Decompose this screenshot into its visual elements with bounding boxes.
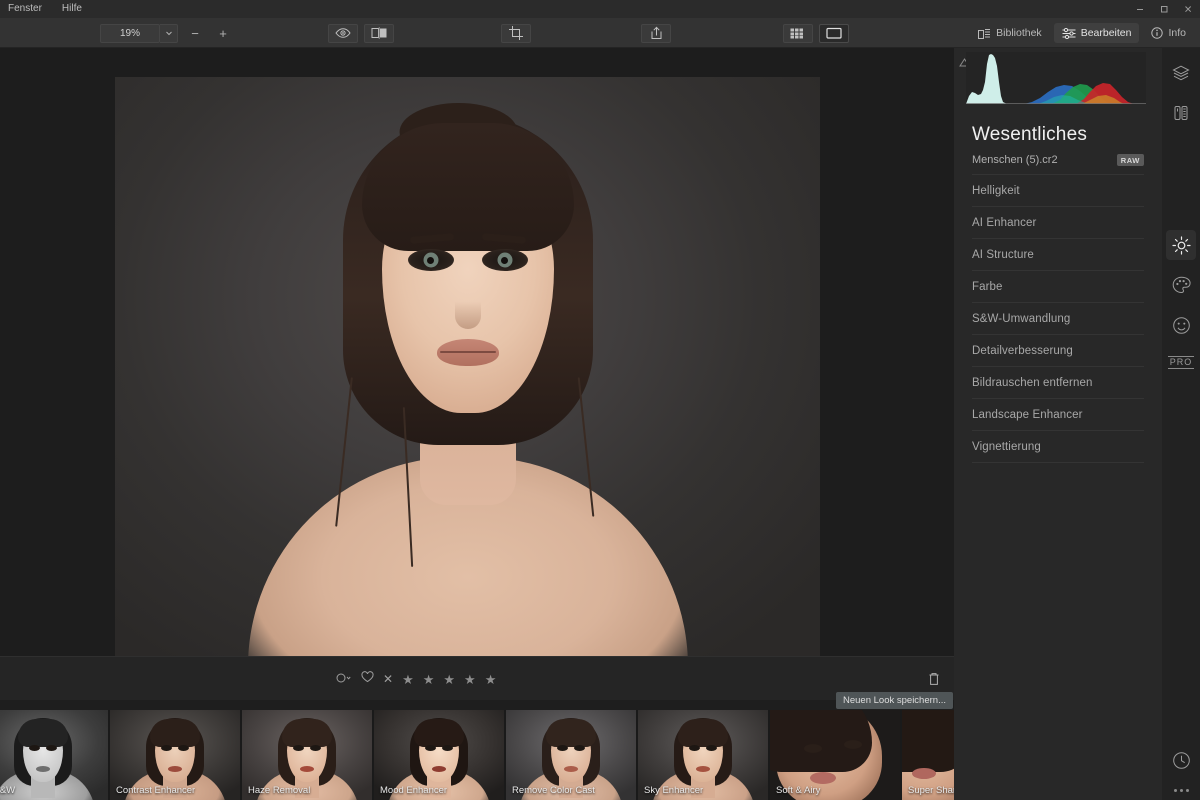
preset-thumbnail bbox=[0, 710, 108, 800]
tool-item-detailverbesserung[interactable]: Detailverbesserung bbox=[972, 335, 1144, 367]
sliders-icon bbox=[1062, 27, 1076, 39]
tool-item-helligkeit[interactable]: Helligkeit bbox=[972, 175, 1144, 207]
zoom-out-button[interactable]: − bbox=[184, 24, 206, 43]
clock-history-icon[interactable] bbox=[1166, 745, 1196, 775]
palette-icon[interactable] bbox=[1166, 270, 1196, 300]
minimize-icon[interactable] bbox=[1128, 0, 1152, 18]
photo-eye-left bbox=[407, 249, 454, 271]
rail-bottom-group bbox=[1162, 735, 1200, 792]
photo-nose bbox=[454, 283, 481, 329]
preset-item[interactable]: Super Sharp bbox=[902, 710, 954, 800]
menu-item-hilfe[interactable]: Hilfe bbox=[52, 0, 92, 18]
portrait-icon[interactable] bbox=[1166, 310, 1196, 340]
tab-bearbeiten[interactable]: Bearbeiten bbox=[1053, 23, 1140, 43]
star-1[interactable]: ★ bbox=[402, 673, 414, 686]
preset-label: Mood Enhancer bbox=[380, 785, 448, 796]
crop-controls bbox=[501, 18, 531, 48]
histogram-graph bbox=[966, 52, 1146, 104]
page-title: Wesentliches bbox=[972, 124, 1088, 145]
preset-item[interactable]: Contrast Enhancer bbox=[110, 710, 240, 800]
rating-bar: ✕ ★ ★ ★ ★ ★ bbox=[0, 656, 954, 700]
photo-lip-line bbox=[439, 351, 496, 353]
library-icon bbox=[978, 28, 991, 39]
preset-item[interactable]: Haze Removal bbox=[242, 710, 372, 800]
color-label-circle-icon[interactable] bbox=[336, 670, 352, 688]
export-controls bbox=[641, 18, 671, 48]
main-photo[interactable] bbox=[115, 77, 820, 656]
zoom-controls: 19% − + bbox=[100, 18, 234, 48]
preset-item[interactable]: Sky Enhancer bbox=[638, 710, 768, 800]
preset-item[interactable]: Remove Color Cast bbox=[506, 710, 636, 800]
mode-tabs: Bibliothek Bearbeiten Info bbox=[970, 18, 1194, 48]
tool-item-ai-structure[interactable]: AI Structure bbox=[972, 239, 1144, 271]
preset-filmstrip[interactable]: ic B&W Contrast Enhancer bbox=[0, 710, 954, 800]
preset-item[interactable]: Soft & Airy bbox=[770, 710, 900, 800]
file-name: Menschen (5).cr2 bbox=[972, 154, 1058, 166]
zoom-in-button[interactable]: + bbox=[212, 24, 234, 43]
trash-icon[interactable] bbox=[924, 669, 944, 689]
preset-label: ic B&W bbox=[0, 785, 16, 796]
tab-info[interactable]: Info bbox=[1143, 23, 1194, 43]
sun-icon[interactable] bbox=[1166, 230, 1196, 260]
preset-label: Sky Enhancer bbox=[644, 785, 704, 796]
rating-controls: ✕ ★ ★ ★ ★ ★ bbox=[336, 657, 496, 701]
reject-button[interactable]: ✕ bbox=[383, 672, 393, 686]
zoom-level-value[interactable]: 19% bbox=[100, 23, 160, 43]
masks-icon[interactable] bbox=[1166, 98, 1196, 128]
single-view-icon[interactable] bbox=[819, 23, 849, 43]
preset-label: Haze Removal bbox=[248, 785, 311, 796]
tab-bearbeiten-label: Bearbeiten bbox=[1080, 27, 1132, 39]
tool-item-vignettierung[interactable]: Vignettierung bbox=[972, 431, 1144, 463]
more-dots-icon[interactable] bbox=[1173, 789, 1189, 792]
tool-list: Helligkeit AI Enhancer AI Structure Farb… bbox=[972, 175, 1144, 463]
photo-eye-right bbox=[481, 249, 528, 271]
before-after-icon[interactable] bbox=[364, 23, 394, 43]
preset-label: Remove Color Cast bbox=[512, 785, 595, 796]
pro-badge: PRO bbox=[1167, 356, 1195, 369]
right-panel: Wesentliches Menschen (5).cr2 RAW Hellig… bbox=[954, 48, 1162, 800]
preset-label: Super Sharp bbox=[908, 785, 954, 796]
menu-bar: Fenster Hilfe bbox=[0, 0, 1200, 18]
tool-item-ai-enhancer[interactable]: AI Enhancer bbox=[972, 207, 1144, 239]
star-4[interactable]: ★ bbox=[464, 673, 476, 686]
tool-item-farbe[interactable]: Farbe bbox=[972, 271, 1144, 303]
top-toolbar: 19% − + Bibliothek Bearbeiten Info bbox=[0, 18, 1200, 48]
tool-item-sw-umwandlung[interactable]: S&W-Umwandlung bbox=[972, 303, 1144, 335]
close-icon[interactable] bbox=[1176, 0, 1200, 18]
tab-bibliothek-label: Bibliothek bbox=[996, 27, 1042, 39]
star-3[interactable]: ★ bbox=[443, 673, 455, 686]
menu-item-fenster[interactable]: Fenster bbox=[0, 0, 52, 18]
grid-view-icon[interactable] bbox=[783, 23, 813, 43]
tool-item-landscape-enhancer[interactable]: Landscape Enhancer bbox=[972, 399, 1144, 431]
preview-controls bbox=[328, 18, 394, 48]
save-new-look-button[interactable]: Neuen Look speichern... bbox=[836, 692, 953, 709]
crop-icon[interactable] bbox=[501, 23, 531, 43]
app-window: Fenster Hilfe 19% − + Bibliothek Bearbei… bbox=[0, 0, 1200, 800]
preset-item[interactable]: ic B&W bbox=[0, 710, 108, 800]
heart-icon[interactable] bbox=[361, 670, 374, 688]
maximize-icon[interactable] bbox=[1152, 0, 1176, 18]
preset-label: Contrast Enhancer bbox=[116, 785, 196, 796]
image-canvas[interactable] bbox=[0, 48, 954, 656]
chevron-down-icon[interactable] bbox=[160, 23, 178, 43]
eye-icon[interactable] bbox=[328, 23, 358, 43]
photo-hair-front bbox=[361, 123, 574, 251]
tool-rail: PRO bbox=[1162, 48, 1200, 800]
info-icon bbox=[1151, 27, 1164, 39]
file-row: Menschen (5).cr2 RAW bbox=[972, 150, 1144, 175]
star-5[interactable]: ★ bbox=[485, 673, 497, 686]
tab-info-label: Info bbox=[1168, 27, 1186, 39]
share-export-icon[interactable] bbox=[641, 23, 671, 43]
layers-icon[interactable] bbox=[1166, 58, 1196, 88]
star-2[interactable]: ★ bbox=[423, 673, 435, 686]
histogram[interactable] bbox=[954, 48, 1162, 110]
preset-item[interactable]: Mood Enhancer bbox=[374, 710, 504, 800]
preset-label: Soft & Airy bbox=[776, 785, 821, 796]
view-mode-controls bbox=[783, 18, 849, 48]
window-controls bbox=[1128, 0, 1200, 18]
tab-bibliothek[interactable]: Bibliothek bbox=[970, 23, 1050, 43]
tool-item-bildrauschen-entfernen[interactable]: Bildrauschen entfernen bbox=[972, 367, 1144, 399]
raw-badge: RAW bbox=[1116, 154, 1144, 166]
